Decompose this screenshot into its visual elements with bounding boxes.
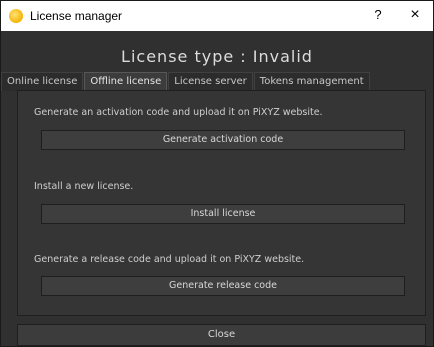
app-logo-icon (9, 9, 23, 23)
install-description: Install a new license. (34, 181, 134, 192)
install-license-button[interactable]: Install license (41, 204, 405, 224)
release-description: Generate a release code and upload it on… (34, 254, 305, 265)
tab-online-license[interactable]: Online license (1, 72, 84, 91)
help-button[interactable]: ? (370, 7, 386, 25)
activation-description: Generate an activation code and upload i… (34, 107, 323, 118)
close-button[interactable]: Close (17, 324, 426, 346)
tab-offline-license[interactable]: Offline license (84, 72, 168, 91)
generate-release-code-button[interactable]: Generate release code (41, 276, 405, 296)
tab-tokens-management[interactable]: Tokens management (253, 72, 370, 91)
generate-activation-code-button[interactable]: Generate activation code (41, 130, 405, 150)
window-title: License manager (30, 9, 123, 23)
tab-bar: Online license Offline license License s… (1, 72, 371, 91)
license-manager-window: License manager ? × License type : Inval… (0, 0, 434, 347)
tab-license-server[interactable]: License server (168, 72, 253, 91)
title-bar: License manager ? × (1, 1, 433, 31)
close-icon[interactable]: × (404, 4, 426, 26)
license-type-heading: License type : Invalid (121, 47, 313, 66)
